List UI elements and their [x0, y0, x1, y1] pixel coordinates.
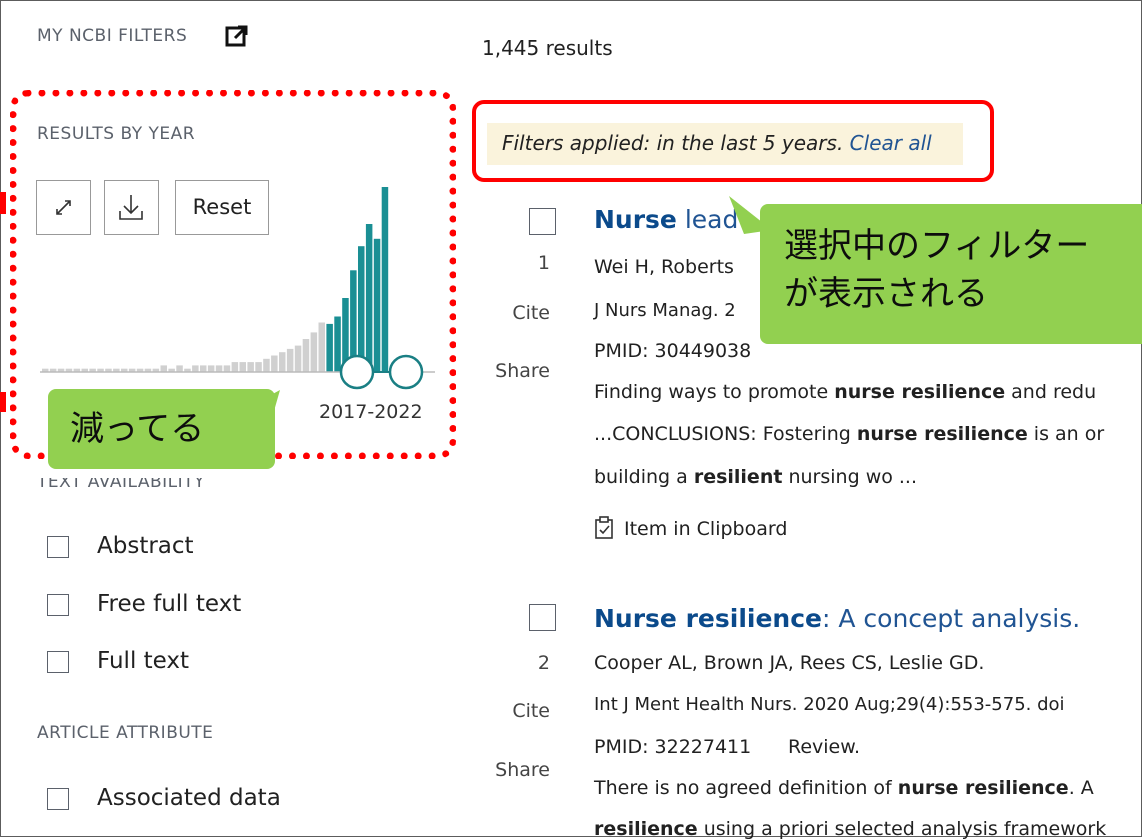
free-full-text-label[interactable]: Free full text [97, 591, 241, 617]
result-1-cite-button[interactable]: Cite [494, 302, 550, 324]
full-text-label[interactable]: Full text [97, 648, 189, 674]
result-2-checkbox[interactable] [529, 604, 556, 631]
result-1-snippet-line-3: building a resilient nursing wo ... [594, 466, 918, 488]
result-2-title[interactable]: Nurse resilience: A concept analysis. [594, 604, 1080, 633]
result-2-journal: Int J Ment Health Nurs. 2020 Aug;29(4):5… [594, 694, 1065, 715]
result-1-share-button[interactable]: Share [494, 360, 550, 382]
filters-highlight-box [472, 100, 994, 182]
results-count: 1,445 results [482, 36, 613, 60]
result-1-checkbox[interactable] [529, 208, 556, 235]
result-2-share-button[interactable]: Share [494, 759, 550, 781]
result-1-title[interactable]: Nurse lead [594, 205, 738, 234]
filter-callout: 選択中のフィルター が表示される [760, 204, 1142, 344]
result-1-pmid: PMID: 30449038 [594, 340, 752, 362]
result-2-authors: Cooper AL, Brown JA, Rees CS, Leslie GD. [594, 652, 985, 674]
result-1-journal: J Nurs Manag. 2 [594, 300, 736, 321]
associated-data-checkbox[interactable] [47, 788, 69, 810]
result-2-pmid: PMID: 32227411 [594, 736, 752, 758]
result-1-snippet-line-2: ...CONCLUSIONS: Fostering nurse resilien… [594, 423, 1105, 445]
my-ncbi-filters-heading[interactable]: MY NCBI FILTERS [37, 26, 187, 46]
full-text-checkbox[interactable] [47, 651, 69, 673]
result-1-number: 1 [537, 252, 550, 274]
result-1-authors: Wei H, Roberts [594, 256, 734, 278]
result-1-snippet-line-1: Finding ways to promote nurse resilience… [594, 381, 1097, 403]
article-attribute-heading: ARTICLE ATTRIBUTE [37, 723, 214, 743]
result-2-cite-button[interactable]: Cite [494, 700, 550, 722]
abstract-label[interactable]: Abstract [97, 533, 194, 559]
abstract-checkbox[interactable] [47, 536, 69, 558]
decrease-callout: 減ってる [48, 389, 275, 469]
result-2-review-badge: Review. [788, 736, 861, 758]
result-2-number: 2 [537, 652, 550, 674]
result-2-snippet-line-1: There is no agreed definition of nurse r… [594, 777, 1094, 799]
chart-highlight-edge-mark [0, 392, 6, 412]
clipboard-icon [595, 516, 613, 539]
free-full-text-checkbox[interactable] [47, 594, 69, 616]
external-link-icon[interactable] [225, 24, 249, 48]
chart-highlight-edge-mark [0, 192, 6, 214]
associated-data-label[interactable]: Associated data [97, 785, 281, 811]
result-1-clipboard-status[interactable]: Item in Clipboard [624, 518, 787, 540]
